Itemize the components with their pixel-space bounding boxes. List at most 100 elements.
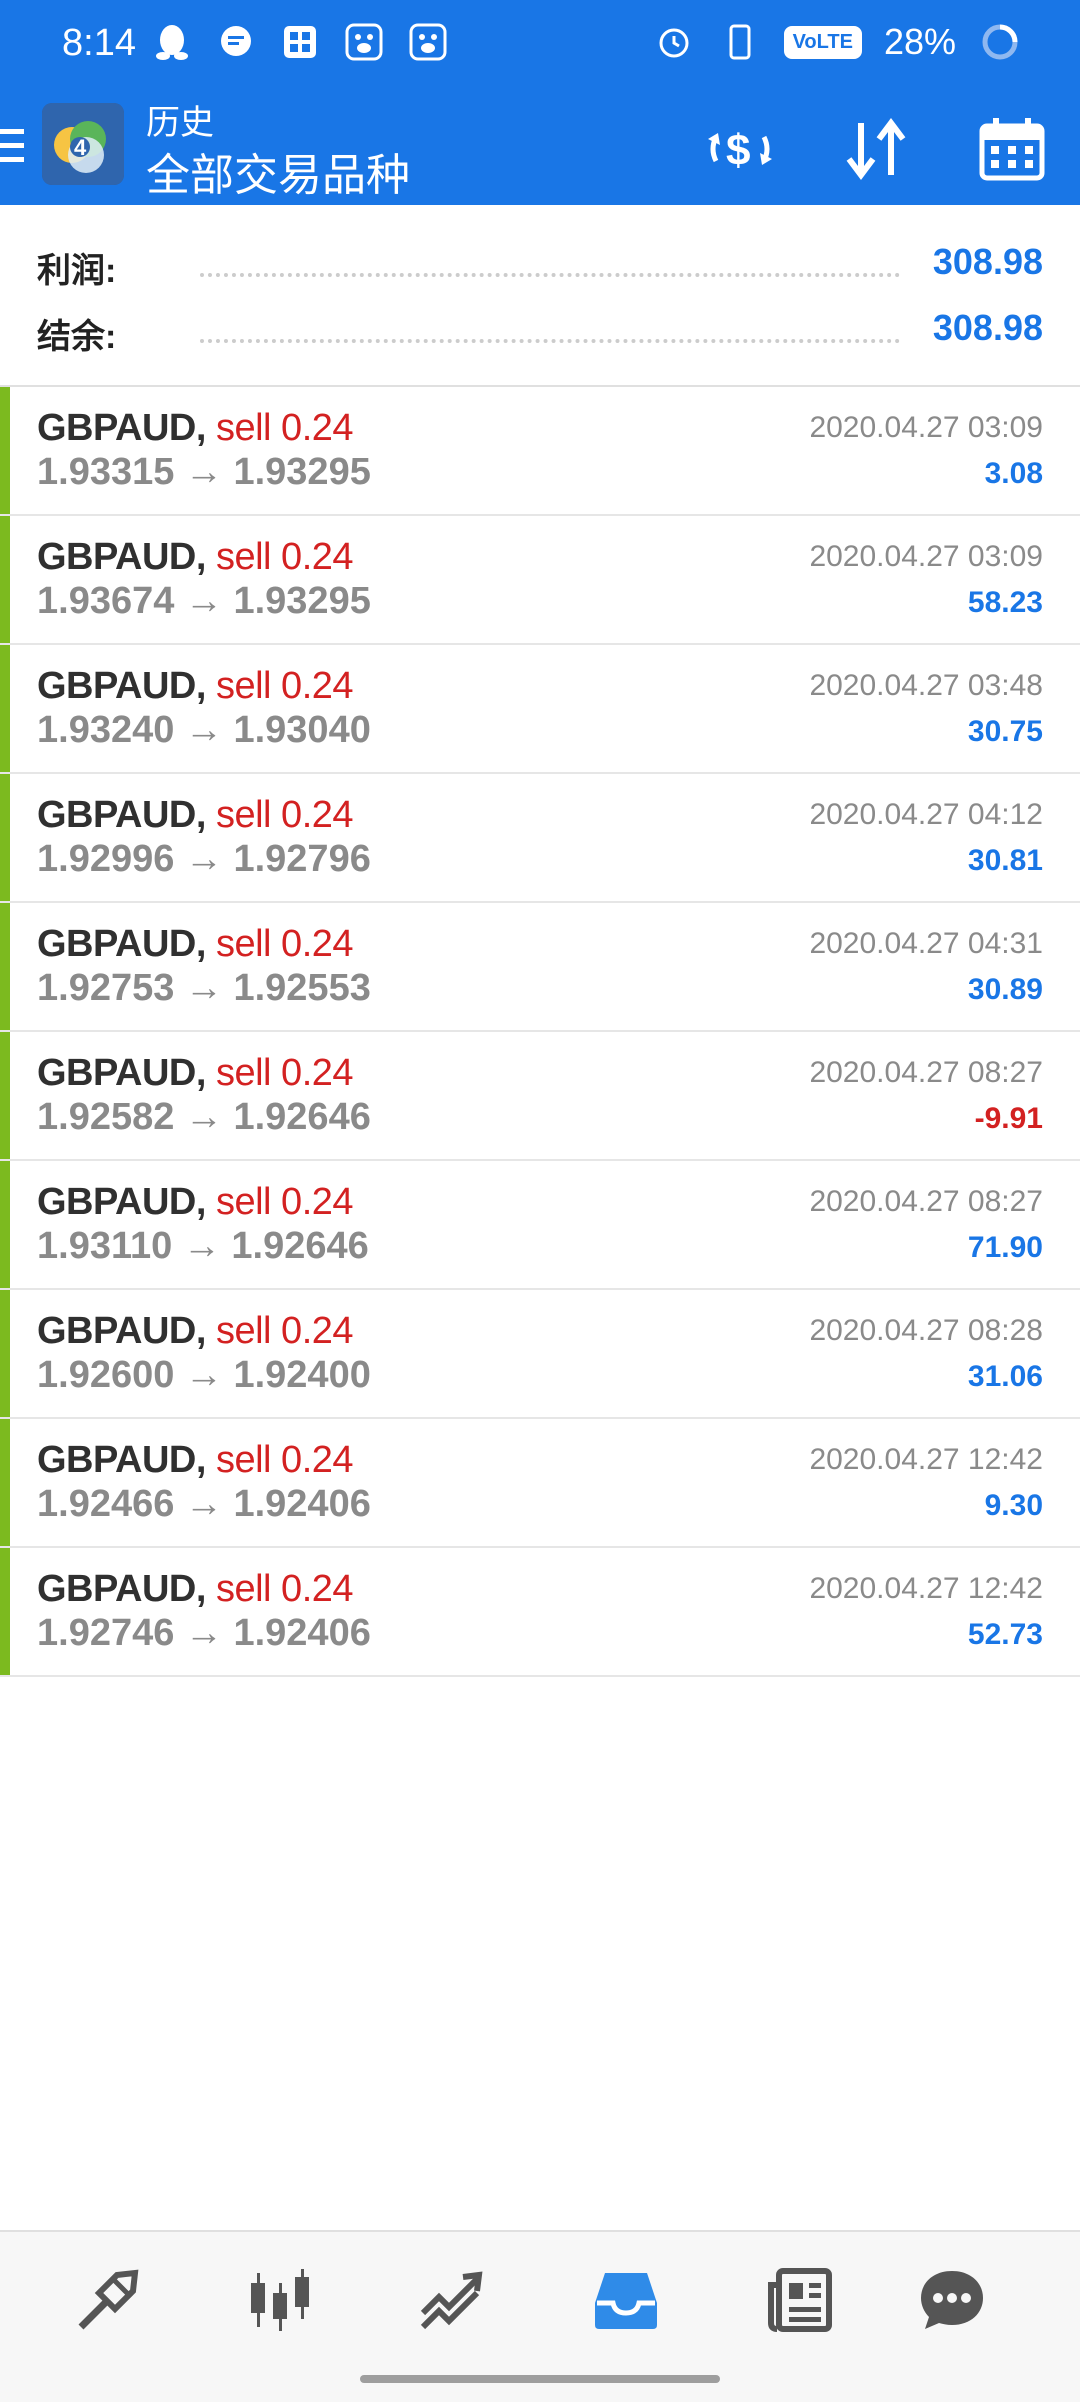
status-bar: 8:14 VoLTE 28% xyxy=(0,0,1080,95)
trade-time: 2020.04.27 04:31 xyxy=(809,927,1043,960)
trade-symbol: GBPAUD, xyxy=(37,1310,206,1352)
history-summary: 利润: 308.98 结余: 308.98 xyxy=(0,205,1080,387)
balance-label: 结余: xyxy=(37,318,117,356)
trade-row[interactable]: GBPAUD, sell 0.24 1.92746 → 1.92406 2020… xyxy=(0,1548,1080,1677)
calendar-icon[interactable] xyxy=(972,109,1052,189)
menu-icon[interactable] xyxy=(0,125,26,171)
trade-row[interactable]: GBPAUD, sell 0.24 1.93315 → 1.93295 2020… xyxy=(0,387,1080,516)
app-grid-icon xyxy=(278,20,322,64)
trade-profit: 31.06 xyxy=(967,1360,1043,1393)
trade-side: sell 0.24 xyxy=(215,923,354,965)
trade-row[interactable]: GBPAUD, sell 0.24 1.92600 → 1.92400 2020… xyxy=(0,1290,1080,1419)
trade-symbol: GBPAUD, xyxy=(37,1181,206,1223)
alarm-icon xyxy=(652,20,696,64)
metatrader-logo-icon[interactable]: 4 xyxy=(42,103,124,185)
trade-row[interactable]: GBPAUD, sell 0.24 1.92753 → 1.92553 2020… xyxy=(0,903,1080,1032)
trade-prices: 1.92600 → 1.92400 xyxy=(37,1354,371,1396)
trade-symbol: GBPAUD, xyxy=(37,536,206,578)
profit-indicator-bar xyxy=(0,1548,10,1675)
loading-icon xyxy=(978,20,1022,64)
profit-indicator-bar xyxy=(0,903,10,1030)
battery-level: 28% xyxy=(883,21,956,62)
trade-symbol: GBPAUD, xyxy=(37,665,206,707)
trade-prices: 1.93110 → 1.92646 xyxy=(37,1225,369,1267)
profit-indicator-bar xyxy=(0,1161,10,1288)
profit-indicator-bar xyxy=(0,1290,10,1417)
home-indicator[interactable] xyxy=(360,2375,720,2383)
trade-prices: 1.93674 → 1.93295 xyxy=(37,580,371,622)
symbol-filter[interactable]: 全部交易品种 xyxy=(146,139,410,203)
balance-value: 308.98 xyxy=(932,307,1043,348)
profit-indicator-bar xyxy=(0,645,10,772)
dotted-leader xyxy=(200,339,900,343)
trade-time: 2020.04.27 08:27 xyxy=(809,1056,1043,1089)
qq-icon xyxy=(150,20,194,64)
trade-prices: 1.92466 → 1.92406 xyxy=(37,1483,371,1525)
profit-indicator-bar xyxy=(0,1419,10,1546)
trade-time: 2020.04.27 03:09 xyxy=(809,540,1043,573)
baidu-icon-2 xyxy=(406,20,450,64)
trade-symbol-line: GBPAUD, sell 0.24 xyxy=(37,1181,354,1224)
trade-symbol: GBPAUD, xyxy=(37,794,206,836)
summary-balance-row: 结余: 308.98 xyxy=(0,299,1080,359)
page-title: 历史 xyxy=(146,104,214,142)
trade-profit: 3.08 xyxy=(984,457,1043,490)
chart-icon[interactable] xyxy=(240,2260,320,2340)
trade-symbol-line: GBPAUD, sell 0.24 xyxy=(37,407,354,450)
profit-indicator-bar xyxy=(0,774,10,901)
trade-side: sell 0.24 xyxy=(215,1568,354,1610)
news-icon[interactable] xyxy=(760,2260,840,2340)
trade-symbol: GBPAUD, xyxy=(37,923,206,965)
profit-indicator-bar xyxy=(0,1032,10,1159)
trade-prices: 1.92753 → 1.92553 xyxy=(37,967,371,1009)
trade-row[interactable]: GBPAUD, sell 0.24 1.92996 → 1.92796 2020… xyxy=(0,774,1080,903)
trade-time: 2020.04.27 12:42 xyxy=(809,1572,1043,1605)
trade-side: sell 0.24 xyxy=(215,536,354,578)
profit-value: 308.98 xyxy=(932,241,1043,282)
trade-prices: 1.93240 → 1.93040 xyxy=(37,709,371,751)
trade-time: 2020.04.27 12:42 xyxy=(809,1443,1043,1476)
trade-profit: 9.30 xyxy=(984,1489,1043,1522)
trade-prices: 1.93315 → 1.93295 xyxy=(37,451,371,493)
trade-row[interactable]: GBPAUD, sell 0.24 1.92582 → 1.92646 2020… xyxy=(0,1032,1080,1161)
chat-icon[interactable] xyxy=(912,2260,992,2340)
summary-profit-row: 利润: 308.98 xyxy=(0,233,1080,293)
trade-row[interactable]: GBPAUD, sell 0.24 1.93240 → 1.93040 2020… xyxy=(0,645,1080,774)
trade-row[interactable]: GBPAUD, sell 0.24 1.93110 → 1.92646 2020… xyxy=(0,1161,1080,1290)
trade-side: sell 0.24 xyxy=(215,407,354,449)
trade-profit: 58.23 xyxy=(967,586,1043,619)
phone-icon xyxy=(718,20,762,64)
trade-profit: 30.89 xyxy=(967,973,1043,1006)
trade-symbol: GBPAUD, xyxy=(37,1052,206,1094)
trade-profit: -9.91 xyxy=(974,1102,1043,1135)
status-time: 8:14 xyxy=(62,22,136,64)
profit-indicator-bar xyxy=(0,387,10,514)
trade-time: 2020.04.27 04:12 xyxy=(809,798,1043,831)
trade-row[interactable]: GBPAUD, sell 0.24 1.93674 → 1.93295 2020… xyxy=(0,516,1080,645)
trade-time: 2020.04.27 03:09 xyxy=(809,411,1043,444)
sort-icon[interactable] xyxy=(836,109,916,189)
trade-row[interactable]: GBPAUD, sell 0.24 1.92466 → 1.92406 2020… xyxy=(0,1419,1080,1548)
quotes-icon[interactable] xyxy=(68,2260,148,2340)
trade-side: sell 0.24 xyxy=(215,794,354,836)
trade-prices: 1.92996 → 1.92796 xyxy=(37,838,371,880)
trade-prices: 1.92582 → 1.92646 xyxy=(37,1096,371,1138)
trade-time: 2020.04.27 08:28 xyxy=(809,1314,1043,1347)
profit-indicator-bar xyxy=(0,516,10,643)
history-icon[interactable] xyxy=(586,2260,666,2340)
trade-prices: 1.92746 → 1.92406 xyxy=(37,1612,371,1654)
currency-exchange-icon[interactable]: $ xyxy=(700,109,780,189)
trade-profit: 52.73 xyxy=(967,1618,1043,1651)
trade-symbol-line: GBPAUD, sell 0.24 xyxy=(37,1052,354,1095)
trade-time: 2020.04.27 08:27 xyxy=(809,1185,1043,1218)
message-icon xyxy=(214,20,258,64)
volte-badge: VoLTE xyxy=(783,25,862,59)
notification-icons xyxy=(150,20,450,64)
trade-profit: 30.75 xyxy=(967,715,1043,748)
svg-text:4: 4 xyxy=(74,135,87,160)
trade-history-list: GBPAUD, sell 0.24 1.93315 → 1.93295 2020… xyxy=(0,387,1080,1677)
profit-label: 利润: xyxy=(37,252,117,290)
trade-icon[interactable] xyxy=(412,2260,492,2340)
svg-text:$: $ xyxy=(726,126,750,175)
trade-symbol-line: GBPAUD, sell 0.24 xyxy=(37,794,354,837)
